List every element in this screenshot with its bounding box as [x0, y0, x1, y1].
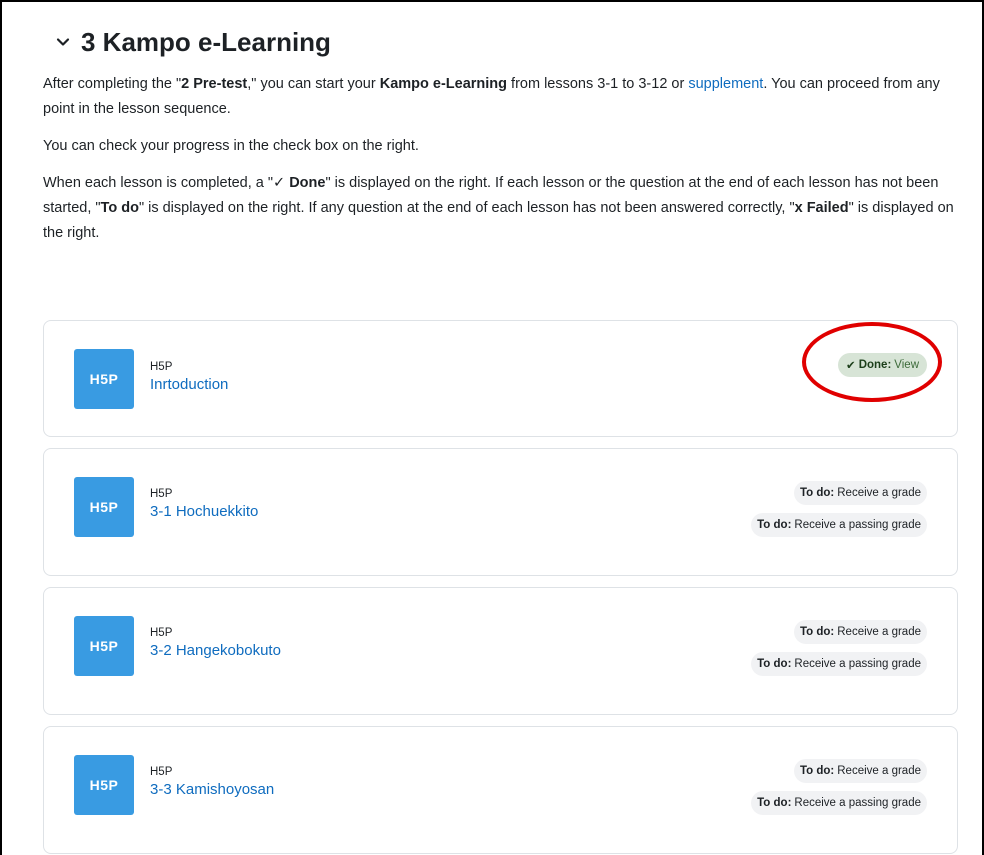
done-badge[interactable]: ✔ Done: View [838, 353, 927, 377]
summary-paragraph-1: After completing the "2 Pre-test," you c… [43, 76, 940, 117]
todo-badge: To do: Receive a passing grade [751, 513, 927, 537]
activity-list: H5P H5P Inrtoduction ✔ Done: View H5P H5… [43, 320, 958, 855]
chevron-down-icon[interactable] [55, 34, 81, 50]
h5p-icon: H5P [74, 349, 134, 409]
todo-badge: To do: Receive a grade [793, 759, 927, 783]
section-summary: After completing the "2 Pre-test," you c… [43, 72, 959, 246]
activity-item: H5P H5P 3-2 Hangekobokuto To do: Receive … [43, 587, 958, 715]
activity-item: H5P H5P 3-3 Kamishoyosan To do: Receive a… [43, 726, 958, 854]
activity-link[interactable]: 3-3 Kamishoyosan [150, 779, 274, 801]
activity-type: H5P [150, 627, 173, 639]
activity-name-block: H5P Inrtoduction [150, 360, 228, 396]
activity-name-block: H5P 3-2 Hangekobokuto [150, 626, 281, 662]
activity-link[interactable]: 3-1 Hochuekkito [150, 501, 258, 523]
h5p-icon: H5P [74, 755, 134, 815]
activity-item: H5P H5P Inrtoduction ✔ Done: View [43, 320, 958, 437]
completion-badges: To do: Receive a grade To do: Receive a pa… [751, 759, 927, 823]
summary-paragraph-2: You can check your progress in the check… [43, 138, 419, 154]
completion-badges: ✔ Done: View [838, 353, 927, 385]
h5p-icon: H5P [74, 477, 134, 537]
section-title: 3 Kampo e-Learning [81, 26, 331, 57]
todo-badge: To do: Receive a grade [793, 620, 927, 644]
completion-badges: To do: Receive a grade To do: Receive a pa… [751, 481, 927, 545]
completion-badges: To do: Receive a grade To do: Receive a pa… [751, 620, 927, 684]
activity-name-block: H5P 3-3 Kamishoyosan [150, 765, 274, 801]
supplement-link[interactable]: supplement [688, 76, 763, 92]
activity-link[interactable]: Inrtoduction [150, 374, 228, 396]
activity-item: H5P H5P 3-1 Hochuekkito To do: Receive a … [43, 448, 958, 576]
section-header[interactable]: 3 Kampo e-Learning [43, 18, 959, 66]
activity-type: H5P [150, 361, 173, 373]
todo-badge: To do: Receive a grade [793, 481, 927, 505]
activity-link[interactable]: 3-2 Hangekobokuto [150, 640, 281, 662]
activity-name-block: H5P 3-1 Hochuekkito [150, 487, 258, 523]
activity-type: H5P [150, 488, 173, 500]
todo-badge: To do: Receive a passing grade [751, 791, 927, 815]
summary-paragraph-3: When each lesson is completed, a "✓ Done… [43, 175, 954, 241]
check-icon: ✔ [846, 360, 856, 372]
activity-type: H5P [150, 766, 173, 778]
h5p-icon: H5P [74, 616, 134, 676]
course-section: 3 Kampo e-Learning After completing the … [43, 18, 959, 258]
todo-badge: To do: Receive a passing grade [751, 652, 927, 676]
